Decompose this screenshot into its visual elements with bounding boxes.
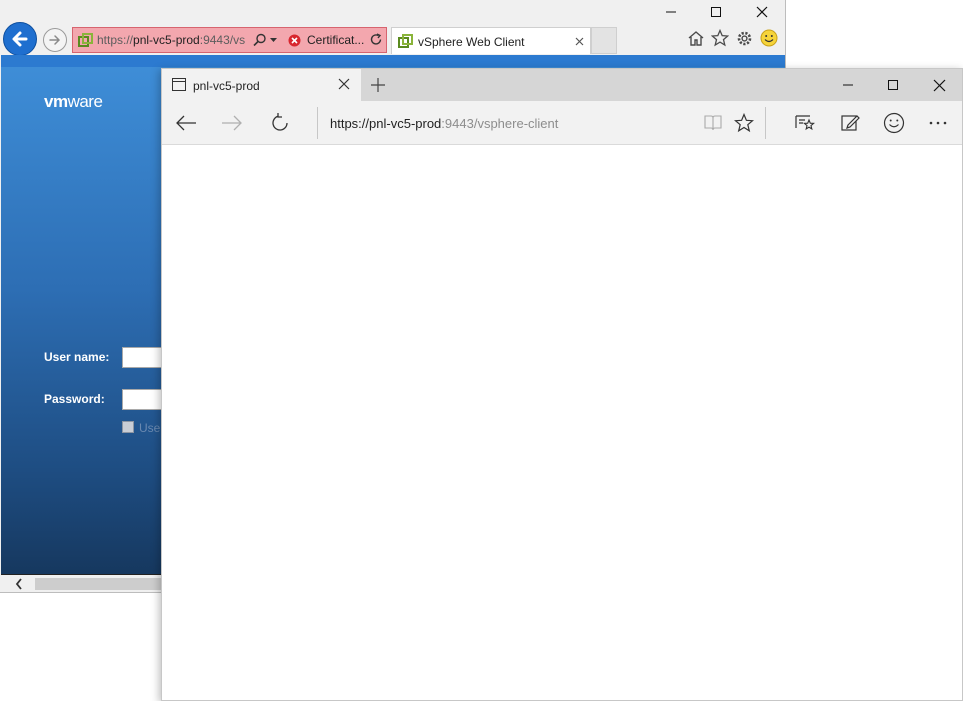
windows-session-label: Use xyxy=(139,421,161,435)
favorites-star-icon[interactable] xyxy=(711,29,729,47)
windows-session-checkbox[interactable] xyxy=(122,421,134,433)
ie-new-tab-button[interactable] xyxy=(591,27,617,54)
certificate-error-label[interactable]: Certificat... xyxy=(307,33,364,47)
username-label: User name: xyxy=(44,350,110,364)
search-icon[interactable] xyxy=(253,33,267,47)
forward-arrow-icon xyxy=(49,35,61,45)
edge-navigation-bar: https://pnl-vc5-prod:9443/vsphere-client xyxy=(162,101,962,145)
vsphere-site-icon xyxy=(398,34,413,48)
vsphere-header-band xyxy=(1,55,785,67)
favorite-star-icon xyxy=(734,113,754,133)
forward-icon xyxy=(222,115,242,131)
password-label: Password: xyxy=(44,392,105,406)
ie-forward-button[interactable] xyxy=(43,28,67,52)
web-note-button[interactable] xyxy=(838,112,862,134)
web-note-icon xyxy=(841,115,860,131)
edge-minimize-button[interactable] xyxy=(838,75,858,95)
back-arrow-icon xyxy=(12,31,28,47)
ie-close-button[interactable] xyxy=(739,0,785,24)
ie-address-url: https://pnl-vc5-prod:9443/vs xyxy=(97,33,246,47)
edge-page-content xyxy=(162,145,962,700)
vmware-logo: vmware xyxy=(44,92,103,111)
nav-separator xyxy=(765,107,766,139)
new-tab-plus-icon[interactable] xyxy=(368,75,388,95)
edge-maximize-button[interactable] xyxy=(883,75,903,95)
minimize-icon xyxy=(843,84,853,86)
close-tab-icon[interactable] xyxy=(337,77,351,91)
feedback-button[interactable] xyxy=(882,112,906,134)
tools-gear-icon[interactable] xyxy=(736,30,753,47)
refresh-icon xyxy=(272,113,288,131)
hub-button[interactable] xyxy=(793,112,817,134)
maximize-icon xyxy=(888,80,898,90)
edge-window: pnl-vc5-prod https://pnl-vc5-prod:9443/v… xyxy=(161,68,963,701)
more-button[interactable] xyxy=(926,112,950,134)
tab-page-icon xyxy=(172,78,186,91)
edge-tab-title: pnl-vc5-prod xyxy=(193,79,260,93)
ie-tab-vsphere[interactable]: vSphere Web Client xyxy=(391,27,591,54)
edge-address-bar[interactable]: https://pnl-vc5-prod:9443/vsphere-client xyxy=(330,116,558,131)
edge-refresh-button[interactable] xyxy=(268,112,292,134)
edge-forward-button[interactable] xyxy=(220,112,244,134)
dropdown-arrow-icon[interactable] xyxy=(270,38,277,43)
back-icon xyxy=(176,115,196,131)
close-icon xyxy=(933,79,945,91)
edge-tab[interactable]: pnl-vc5-prod xyxy=(162,69,361,101)
home-icon[interactable] xyxy=(687,30,705,47)
ie-tab-title: vSphere Web Client xyxy=(418,35,525,49)
reading-view-button[interactable] xyxy=(701,112,725,134)
edge-title-bar: pnl-vc5-prod xyxy=(162,69,962,101)
ie-address-bar[interactable]: https://pnl-vc5-prod:9443/vs Certificat.… xyxy=(72,27,387,53)
hub-icon xyxy=(795,115,816,131)
feedback-smiley-icon[interactable] xyxy=(760,29,778,47)
nav-separator xyxy=(317,107,318,139)
vsphere-site-icon xyxy=(78,33,93,47)
maximize-icon xyxy=(711,7,721,17)
certificate-error-icon[interactable] xyxy=(288,34,301,47)
edge-close-button[interactable] xyxy=(929,75,949,95)
add-favorite-button[interactable] xyxy=(732,112,756,134)
minimize-icon xyxy=(666,11,676,13)
close-tab-icon[interactable] xyxy=(575,37,584,46)
ie-maximize-button[interactable] xyxy=(693,0,739,24)
feedback-smiley-icon xyxy=(883,112,905,134)
close-icon xyxy=(756,6,768,18)
scrollbar-thumb[interactable] xyxy=(35,578,165,590)
ie-back-button[interactable] xyxy=(3,22,37,56)
more-icon xyxy=(929,121,947,125)
reading-view-icon xyxy=(704,115,722,131)
edge-back-button[interactable] xyxy=(174,112,198,134)
scroll-left-arrow-icon[interactable] xyxy=(15,578,23,590)
ie-minimize-button[interactable] xyxy=(648,0,694,24)
refresh-icon[interactable] xyxy=(370,33,383,46)
